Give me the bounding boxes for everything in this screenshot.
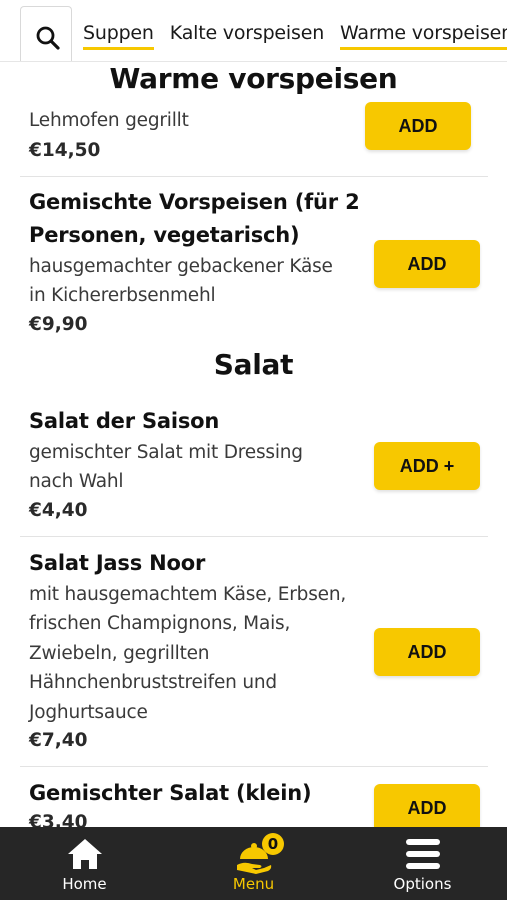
nav-label: Menu [232,875,275,893]
add-button[interactable]: ADD [365,102,471,150]
item-description: Zwiebeln, gegrillten [29,643,210,664]
nav-label: Options [393,875,452,893]
item-price: €14,50 [29,140,101,161]
cart-count-badge: 0 [262,833,284,855]
tab-kalte-vorspeisen[interactable]: Kalte vorspeisen [170,22,324,50]
hamburger-menu-icon [405,839,440,869]
category-bar: Suppen Kalte vorspeisen Warme vorspeisen [0,0,507,62]
item-description: hausgemachter gebackener Käse [29,256,333,277]
item-description: Lehmofen gegrillt [29,110,189,131]
item-description: nach Wahl [29,471,124,492]
nav-home[interactable]: Home [0,827,169,900]
menu-list[interactable]: Warme vorspeisen Lehmofen gegrillt €14,5… [0,62,507,827]
item-name: Gemischte Vorspeisen (für 2 [29,190,360,214]
item-name: Salat der Saison [29,409,220,433]
add-button[interactable]: ADD [374,240,480,288]
nav-label: Home [62,875,107,893]
add-options-button[interactable]: ADD + [374,442,480,490]
search-icon [36,26,60,50]
item-description: frischen Champignons, Mais, [29,613,291,634]
add-button[interactable]: ADD [374,784,480,827]
nav-menu[interactable]: 0 Menu [169,827,338,900]
divider [20,766,488,767]
item-name: Personen, vegetarisch) [29,223,300,247]
nav-options[interactable]: Options [338,827,507,900]
bottom-navigation: Home 0 Menu Options [0,827,507,900]
add-button[interactable]: ADD [374,628,480,676]
item-name: Salat Jass Noor [29,551,206,575]
item-description: Joghurtsauce [29,702,148,723]
item-price: €7,40 [29,730,88,751]
home-icon [67,839,102,869]
tab-warme-vorspeisen[interactable]: Warme vorspeisen [340,22,507,50]
divider [20,536,488,537]
divider [20,176,488,177]
item-name: Gemischter Salat (klein) [29,781,312,805]
section-title-warme-vorspeisen: Warme vorspeisen [109,62,398,95]
search-button[interactable] [20,6,72,61]
item-description: gemischter Salat mit Dressing [29,442,303,463]
item-description: in Kichererbsenmehl [29,285,216,306]
tab-suppen[interactable]: Suppen [83,22,154,50]
category-tabs: Suppen Kalte vorspeisen Warme vorspeisen [83,22,507,50]
item-price: €4,40 [29,500,88,521]
item-description: Hähnchenbruststreifen und [29,672,277,693]
item-description: mit hausgemachtem Käse, Erbsen, [29,584,347,605]
item-price: €3,40 [29,812,88,827]
section-title-salat: Salat [213,348,294,381]
item-price: €9,90 [29,314,88,335]
